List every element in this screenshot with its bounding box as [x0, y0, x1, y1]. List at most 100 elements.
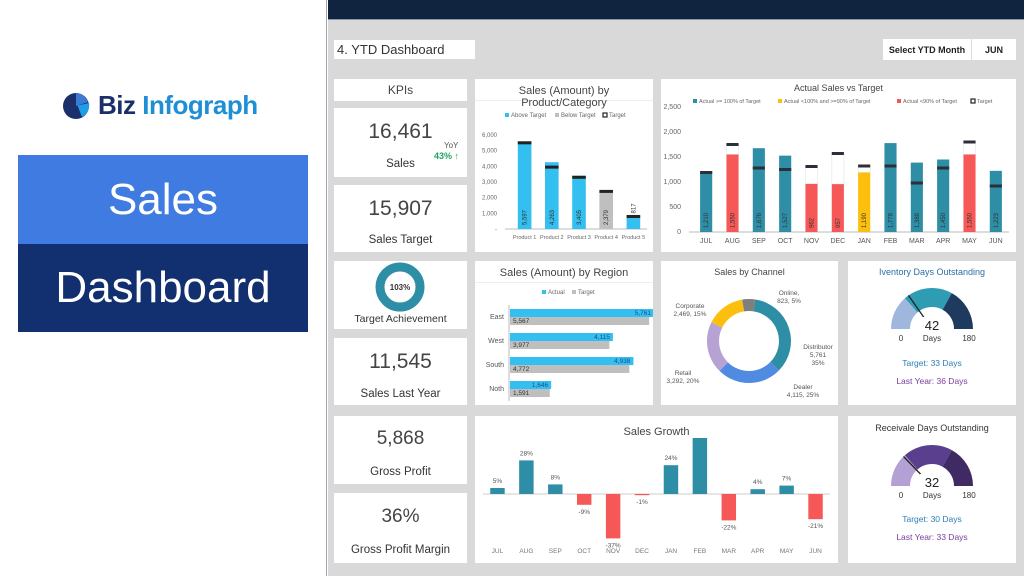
gauge-min: 0 [899, 334, 904, 343]
bar-aug [519, 460, 534, 494]
bar-value-label: 3,405 [577, 209, 583, 225]
target-marker [626, 214, 641, 218]
bar-nov [605, 494, 621, 539]
kpi-sales-last-year-value: 11,545 [369, 350, 432, 373]
logo-infograph: Infograph [142, 90, 258, 120]
gauge-unit: Days [923, 334, 941, 343]
bar-value-label: 1,223 [994, 212, 1000, 228]
y-tick-label: South [486, 362, 504, 369]
legend-label: Actual >= 100% of Target [699, 99, 761, 105]
receivable-gauge: 32Days 0 180 [891, 445, 976, 500]
x-tick-label: JAN [665, 548, 678, 555]
bar-value-label: 1,190 [862, 212, 868, 228]
slice-retail [707, 322, 728, 371]
product-chart: Above Target Below Target Target - 1,000 2,00… [482, 112, 647, 241]
slice-label: 35% [811, 360, 824, 367]
legend-swatch [693, 99, 697, 103]
achievement-value: 103% [390, 283, 410, 292]
receivable-last-year: Last Year: 33 Days [896, 532, 968, 542]
x-tick-label: OCT [577, 548, 591, 555]
target-marker [599, 189, 613, 193]
legend-actual: Actual [548, 290, 565, 296]
kpi-gpm-value: 36% [381, 506, 420, 527]
legend-label: Actual <90% of Target [903, 99, 957, 105]
receivable-title: Receivale Days Outstanding [875, 423, 989, 433]
y-tick-label: 1,500 [663, 154, 681, 161]
x-tick-label: Product 1 [513, 235, 537, 241]
x-tick-label: MAR [909, 238, 925, 245]
bar-target-label: 3,977 [513, 342, 530, 349]
slice-label: 3,292, 20% [667, 378, 700, 385]
target-marker [545, 165, 559, 169]
kpi-target-achievement: 103% Target Achievement [334, 261, 467, 329]
legend-actual-swatch [542, 290, 546, 294]
x-tick-label: JUL [700, 238, 713, 245]
bar-actual-label: 4,938 [614, 358, 631, 365]
achievement-label: Target Achievement [354, 313, 447, 325]
target-marker [517, 141, 532, 145]
target-gap [962, 141, 977, 155]
bar-value-label: 28% [520, 450, 533, 457]
y-tick-label: 5,000 [482, 149, 498, 155]
legend-target-swatch [602, 112, 608, 118]
bar-value-label: 24% [664, 455, 677, 462]
sheet-title: 4. YTD Dashboard [334, 40, 475, 59]
bar-value-label: -9% [578, 509, 590, 516]
gauge-value: 42 [925, 318, 939, 333]
slice-dealer [719, 362, 779, 383]
month-selector-label: Select YTD Month [883, 39, 972, 60]
bar-target-label: 1,591 [513, 390, 530, 397]
target-marker [937, 166, 950, 170]
bar-value-label: 7% [782, 476, 792, 483]
x-tick-label: MAY [780, 548, 794, 555]
x-tick-label: AUG [725, 238, 740, 245]
legend-label: Actual <100% and >=90% of Target [784, 99, 871, 105]
y-tick-label: 0 [677, 229, 681, 236]
kpi-sales-label: Sales [386, 158, 415, 170]
kpis-title: KPIs [387, 83, 414, 97]
legend-target: Target [609, 113, 626, 119]
logo: Biz Infograph [62, 90, 258, 121]
bar-value-label: 1,550 [968, 212, 974, 228]
bar-value-label: 1,450 [941, 212, 947, 228]
x-tick-label: FEB [694, 548, 707, 555]
bar-value-label: 1,210 [704, 212, 710, 228]
bar-oct [576, 494, 592, 505]
gauge-unit: Days [923, 491, 941, 500]
target-gap [804, 166, 819, 185]
inventory-gauge: 42Days 0 180 [891, 288, 976, 343]
bar-jul [490, 488, 505, 494]
bar-value-label: 8% [551, 474, 561, 481]
achievement-ring: 103% [375, 262, 425, 312]
target-marker [831, 152, 844, 155]
x-tick-label: Product 5 [622, 235, 646, 241]
inventory-title: Iventory Days Outstanding [878, 267, 986, 277]
kpi-sales-last-year: 11,545 Sales Last Year [334, 338, 467, 405]
gauge-max: 180 [962, 491, 976, 500]
y-tick-label: East [490, 314, 504, 321]
region-chart-title: Sales (Amount) by Region [475, 261, 653, 283]
bar-target-label: 5,567 [513, 318, 530, 325]
target-gap [831, 153, 845, 185]
inventory-target: Target: 33 Days [902, 358, 962, 368]
month-selector[interactable]: Select YTD Month JUN [883, 39, 1016, 60]
target-marker [884, 164, 897, 168]
bar-dec [634, 494, 650, 496]
legend-below-target-swatch [555, 113, 559, 117]
legend-swatch [970, 98, 976, 104]
legend-target: Target [578, 290, 595, 296]
bar-value-label: 1,676 [757, 212, 763, 228]
bar-value-label: 5,597 [523, 209, 529, 225]
dashboard-panel: 4. YTD Dashboard Select YTD Month JUN KP… [328, 0, 1024, 576]
dashboard: Biz Infograph Sales Dashboard 4. YTD Das… [0, 0, 1024, 576]
bar-value-label: 817 [631, 203, 637, 214]
target-marker [572, 175, 586, 179]
legend-above-target-swatch [505, 113, 509, 117]
month-selector-value[interactable]: JUN [972, 39, 1016, 60]
target-marker [910, 181, 923, 185]
target-marker [963, 140, 976, 144]
slice-label: Dealer [793, 384, 813, 391]
slice-label: 5,761 [810, 352, 827, 359]
gauge-min: 0 [899, 491, 904, 500]
bar-value-label: 2,379 [604, 209, 610, 225]
